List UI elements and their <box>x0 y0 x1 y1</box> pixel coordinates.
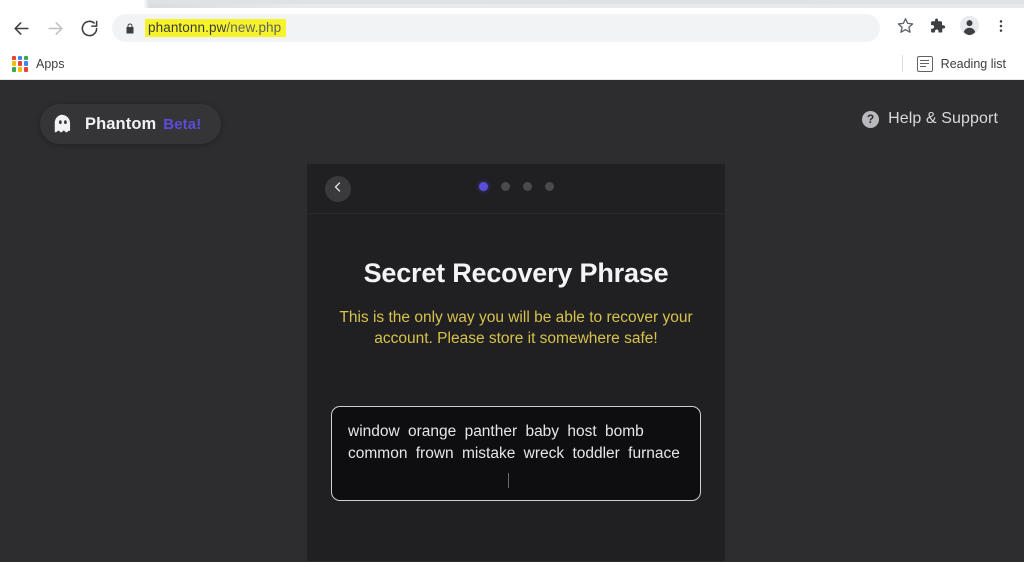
recovery-phrase-box[interactable]: window orange panther baby host bomb com… <box>331 405 701 501</box>
brand-beta-badge: Beta! <box>163 115 202 133</box>
reload-icon <box>80 19 99 38</box>
browser-toolbar: phantonn.pw/new.php <box>0 8 1024 48</box>
page-title: Secret Recovery Phrase <box>363 258 669 288</box>
url-path: /new.php <box>226 19 282 35</box>
arrow-right-icon <box>46 19 65 38</box>
bookmarks-divider <box>901 55 903 72</box>
page-header: Phantom Beta! ? Help & Support <box>0 80 1024 168</box>
card-body: Secret Recovery Phrase This is the only … <box>307 214 725 561</box>
reading-list-button[interactable]: Reading list <box>913 53 1014 75</box>
url-text: phantonn.pw/new.php <box>145 18 287 38</box>
ghost-icon <box>52 113 74 135</box>
url-host: phantonn.pw <box>148 19 227 35</box>
arrow-left-icon <box>12 19 31 38</box>
step-dot-1[interactable] <box>478 182 488 191</box>
extensions-button[interactable] <box>922 13 952 43</box>
step-dot-3[interactable] <box>522 182 532 191</box>
question-mark-circle-icon: ? <box>862 110 880 128</box>
bookmark-star-button[interactable] <box>890 13 920 43</box>
step-dot-4[interactable] <box>544 182 554 191</box>
text-caret <box>508 472 509 488</box>
recovery-phrase-words: window orange panther baby host bomb com… <box>348 422 680 462</box>
bookmark-apps-label: Apps <box>36 56 65 71</box>
star-icon <box>897 17 914 39</box>
help-and-support-label: Help & Support <box>888 110 998 127</box>
lock-icon <box>124 22 136 35</box>
card-top-bar <box>307 164 725 214</box>
puzzle-piece-icon <box>928 17 946 40</box>
reading-list-label: Reading list <box>940 56 1006 71</box>
apps-grid-icon <box>12 55 28 72</box>
tab-strip-edge <box>150 0 1024 4</box>
tab-strip <box>0 0 1024 8</box>
onboarding-card: Secret Recovery Phrase This is the only … <box>307 164 725 561</box>
step-dot-2[interactable] <box>500 182 510 191</box>
step-indicator <box>307 182 725 191</box>
browser-menu-button[interactable] <box>986 13 1016 43</box>
phantom-wallet-page: Phantom Beta! ? Help & Support Secret Re… <box>0 80 1024 561</box>
forward-button[interactable] <box>38 11 72 45</box>
warning-text: This is the only way you will be able to… <box>339 309 693 348</box>
address-bar[interactable]: phantonn.pw/new.php <box>112 14 880 42</box>
profile-avatar-icon <box>959 15 980 41</box>
brand-name: Phantom <box>85 114 157 133</box>
browser-window: phantonn.pw/new.php Apps Reading list <box>0 0 1024 80</box>
three-dot-menu-icon <box>993 18 1009 39</box>
phantom-brand-logo[interactable]: Phantom Beta! <box>40 104 222 144</box>
reload-button[interactable] <box>72 11 106 45</box>
bookmarks-bar: Apps Reading list <box>0 48 1024 80</box>
bookmark-apps[interactable]: Apps <box>8 53 73 75</box>
reading-list-icon <box>916 55 933 72</box>
help-and-support-link[interactable]: ? Help & Support <box>862 110 998 128</box>
back-button[interactable] <box>4 11 38 45</box>
profile-button[interactable] <box>954 13 984 43</box>
